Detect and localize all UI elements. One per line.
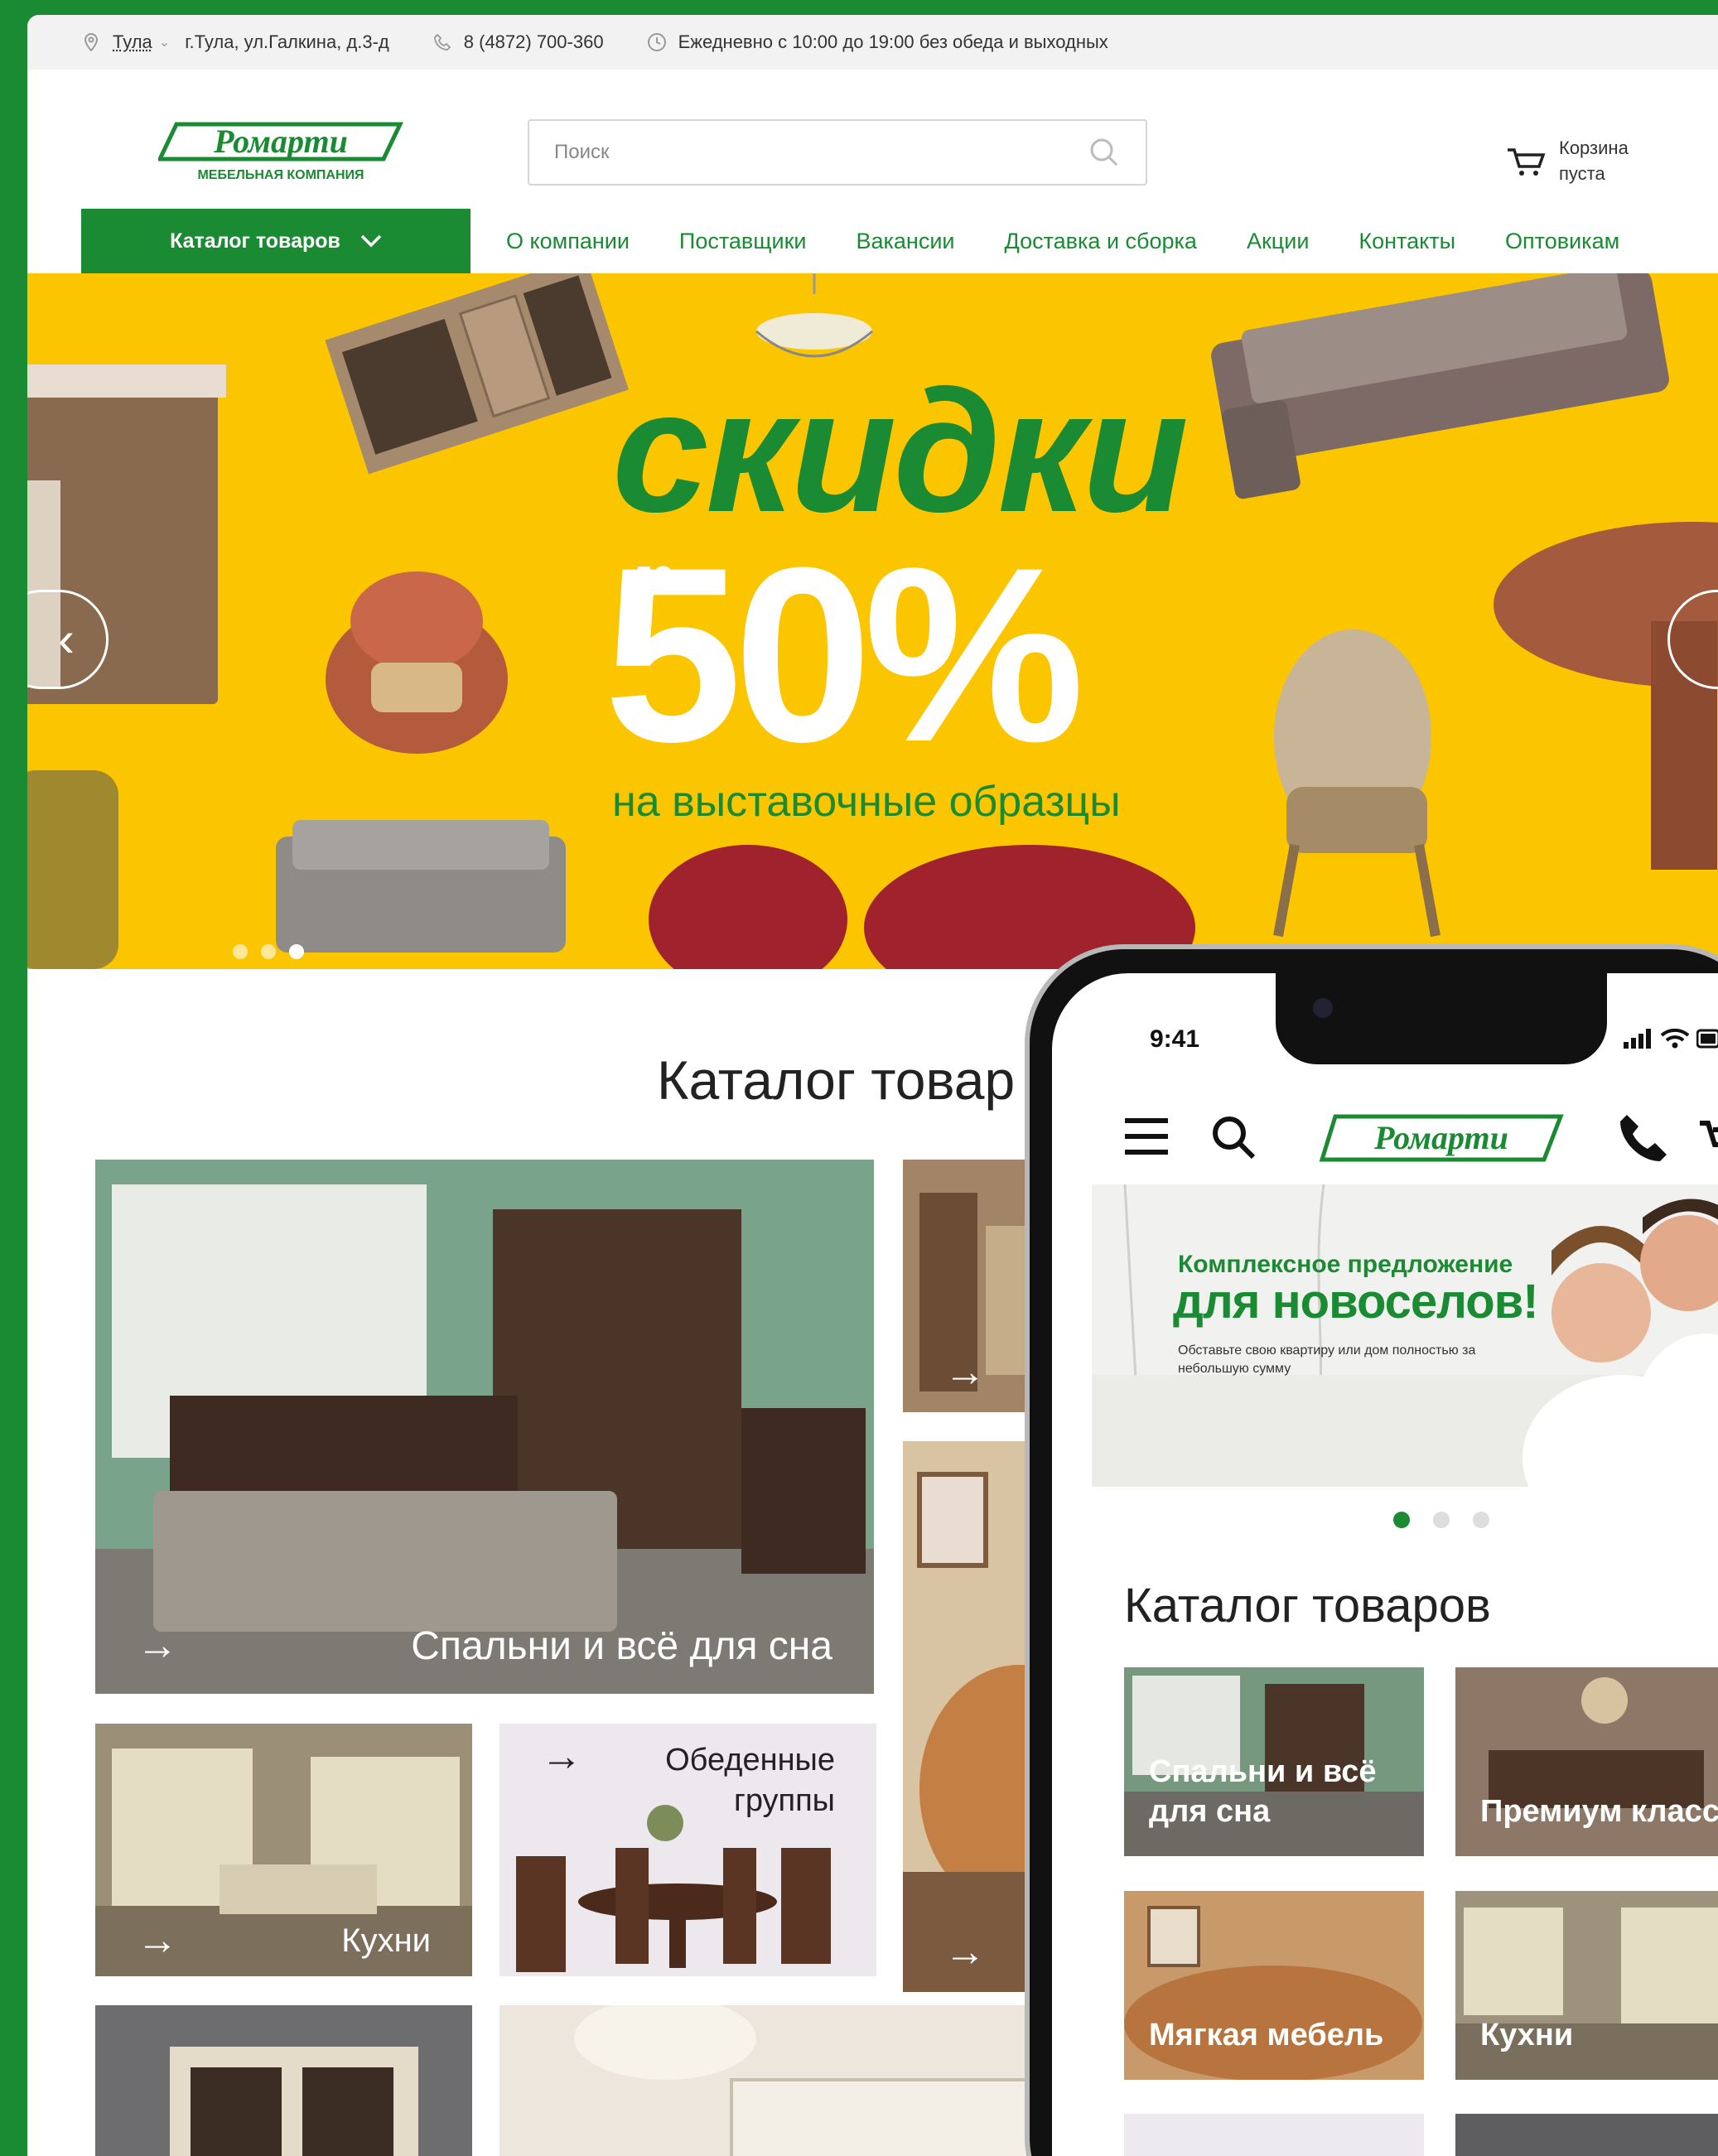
- cart-status: пуста: [1559, 162, 1605, 184]
- nav-link-vacancies[interactable]: Вакансии: [856, 229, 954, 254]
- mobile-banner-line3: Обставьте свою квартиру или дом полность…: [1178, 1343, 1476, 1377]
- search-input[interactable]: [554, 141, 1088, 164]
- hamburger-menu-icon[interactable]: [1123, 1116, 1170, 1157]
- hallway-photo: [95, 2005, 472, 2156]
- status-time: 9:41: [1150, 1025, 1200, 1053]
- carousel-dot[interactable]: [1473, 1512, 1489, 1528]
- mobile-tile-dining[interactable]: [1124, 2114, 1424, 2156]
- mobile-header: Ромарти: [1052, 1095, 1718, 1186]
- nav-link-about[interactable]: О компании: [506, 229, 630, 254]
- hours-group: Ежедневно с 10:00 до 19:00 без обеда и в…: [647, 31, 1108, 53]
- nav-link-delivery[interactable]: Доставка и сборка: [1005, 229, 1197, 254]
- catalog-tile-dining[interactable]: → Обеденные группы: [499, 1724, 876, 1976]
- mobile-logo[interactable]: Ромарти: [1319, 1113, 1564, 1165]
- banner-headline: скидки: [612, 354, 1189, 548]
- promo-banner[interactable]: скидки 50% до на выставочные образцы ‹: [27, 273, 1718, 969]
- cart-icon: [1506, 145, 1546, 178]
- banner-prefix: до: [632, 555, 673, 591]
- chevron-down-icon: [360, 234, 382, 248]
- carousel-dots: [233, 944, 317, 959]
- site-logo[interactable]: Ромарти МЕБЕЛЬНАЯ КОМПАНИЯ: [157, 118, 407, 192]
- phone-group[interactable]: 8 (4872) 700-360: [432, 31, 604, 53]
- mobile-tile-soft-furniture[interactable]: Мягкая мебель: [1124, 1891, 1424, 2080]
- search-box[interactable]: [528, 119, 1147, 186]
- clock-icon: [647, 32, 667, 52]
- catalog-tile-label: Обеденные группы: [665, 1743, 835, 1819]
- map-pin-icon: [81, 32, 101, 52]
- carousel-dot-active[interactable]: [1393, 1512, 1410, 1528]
- phone-icon[interactable]: [1619, 1112, 1668, 1163]
- catalog-tile-label: Кухни: [341, 1922, 431, 1959]
- logo-text: Ромарти: [213, 123, 348, 160]
- city-selector[interactable]: Тула: [113, 31, 152, 53]
- arrow-right-icon: →: [944, 1928, 986, 1975]
- mobile-tile-label: Спальни и всё для сна: [1149, 1754, 1377, 1829]
- camera-icon: [1313, 998, 1333, 1018]
- catalog-tile-bedroom[interactable]: → Спальни и всё для сна: [95, 1160, 874, 1694]
- search-icon[interactable]: [1088, 136, 1121, 169]
- catalog-tile-living-room[interactable]: [499, 2005, 1079, 2156]
- status-icons: [1624, 1027, 1718, 1049]
- catalog-button-label: Каталог товаров: [170, 229, 340, 253]
- wifi-icon: [1660, 1028, 1690, 1049]
- main-nav: Каталог товаров О компании Поставщики Ва…: [27, 209, 1718, 273]
- mobile-banner-line2: для новоселов!: [1173, 1275, 1539, 1329]
- chevron-down-icon: ⌄: [158, 36, 171, 50]
- carousel-dot[interactable]: [261, 944, 276, 959]
- catalog-menu-button[interactable]: Каталог товаров: [81, 209, 471, 273]
- nav-links: О компании Поставщики Вакансии Доставка …: [506, 209, 1669, 273]
- catalog-tile-hallway[interactable]: [95, 2005, 472, 2156]
- arrow-right-icon: →: [137, 1622, 178, 1668]
- arrow-right-icon: →: [137, 1917, 178, 1963]
- mobile-tile-label: Премиум класс: [1480, 1793, 1718, 1829]
- mobile-tile-label: Мягкая мебель: [1149, 2017, 1384, 2052]
- mobile-banner-photo: [1092, 1184, 1718, 1487]
- location-group[interactable]: Тула ⌄ г.Тула, ул.Галкина, д.3-д: [81, 31, 389, 53]
- nav-link-promotions[interactable]: Акции: [1247, 229, 1309, 254]
- mobile-carousel-dots: [1393, 1512, 1513, 1528]
- banner-subtitle: на выставочные образцы: [612, 778, 1121, 826]
- mobile-tile-hallway[interactable]: [1455, 2114, 1718, 2156]
- phone-notch: [1276, 973, 1607, 1064]
- bedroom-photo: [95, 1160, 874, 1694]
- mobile-logo-text: Ромарти: [1373, 1119, 1508, 1156]
- logo-subtitle: МЕБЕЛЬНАЯ КОМПАНИЯ: [197, 168, 364, 182]
- search-icon[interactable]: [1209, 1113, 1257, 1161]
- mobile-tile-kitchens[interactable]: Кухни: [1455, 1891, 1718, 2080]
- top-info-bar: Тула ⌄ г.Тула, ул.Галкина, д.3-д 8 (4872…: [27, 15, 1718, 70]
- hours-text: Ежедневно с 10:00 до 19:00 без обеда и в…: [678, 31, 1108, 52]
- nav-link-wholesale[interactable]: Оптовикам: [1505, 229, 1619, 254]
- carousel-dot-active[interactable]: [289, 944, 304, 959]
- site-header: Ромарти МЕБЕЛЬНАЯ КОМПАНИЯ Корзина пуста: [27, 70, 1718, 209]
- battery-icon: [1696, 1029, 1718, 1049]
- nav-link-suppliers[interactable]: Поставщики: [679, 229, 807, 254]
- cart-widget[interactable]: Корзина пуста: [1506, 136, 1650, 187]
- nav-link-contacts[interactable]: Контакты: [1358, 229, 1455, 254]
- mobile-promo-banner[interactable]: Комплексное предложение для новоселов! О…: [1092, 1184, 1718, 1487]
- cart-icon[interactable]: [1698, 1118, 1718, 1160]
- catalog-tile-kitchens[interactable]: → Кухни: [95, 1724, 472, 1976]
- cart-label: Корзина: [1559, 137, 1629, 158]
- signal-icon: [1624, 1029, 1651, 1049]
- banner-percent: 50%: [604, 515, 1084, 793]
- living-room-photo: [499, 2005, 1079, 2156]
- arrow-right-icon: →: [944, 1348, 986, 1395]
- mobile-tile-label: Кухни: [1480, 2017, 1574, 2052]
- catalog-tile-label: Спальни и всё для сна: [411, 1624, 832, 1668]
- phone-icon: [432, 32, 452, 52]
- address-text: г.Тула, ул.Галкина, д.3-д: [185, 31, 389, 52]
- carousel-dot[interactable]: [1433, 1512, 1450, 1528]
- phone-number[interactable]: 8 (4872) 700-360: [464, 31, 604, 53]
- chevron-left-icon: ‹: [58, 611, 75, 667]
- mobile-tile-bedroom[interactable]: Спальни и всё для сна: [1124, 1667, 1424, 1856]
- arrow-right-icon: →: [541, 1733, 582, 1779]
- mobile-tile-premium[interactable]: Премиум класс: [1455, 1667, 1718, 1856]
- catalog-heading: Каталог товар: [657, 1049, 1016, 1111]
- mobile-catalog-heading: Каталог товаров: [1124, 1579, 1491, 1633]
- carousel-dot[interactable]: [233, 944, 248, 959]
